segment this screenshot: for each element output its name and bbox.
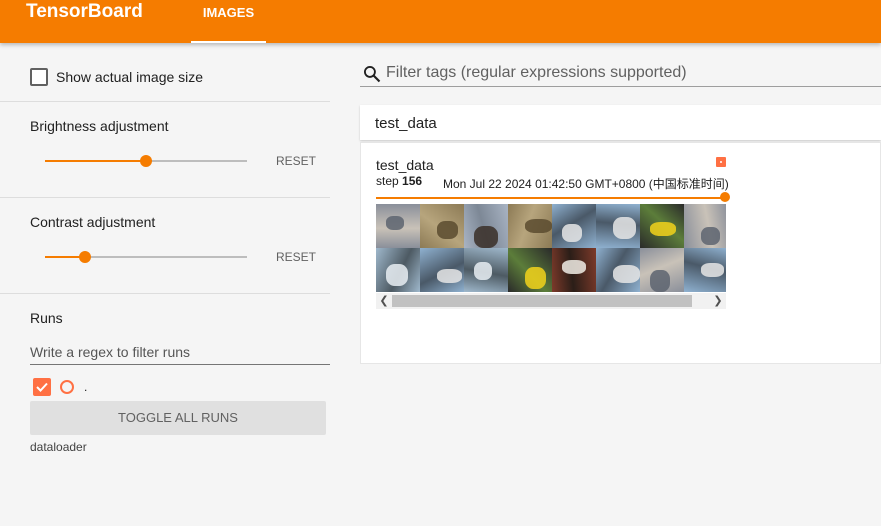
run-item[interactable]: . (33, 378, 87, 396)
tag-filter[interactable]: Filter tags (regular expressions support… (360, 63, 881, 87)
top-app-bar: TensorBoard IMAGES (0, 0, 881, 43)
slider-thumb[interactable] (79, 251, 92, 263)
image-subject (386, 216, 404, 230)
tab-images[interactable]: IMAGES (191, 0, 266, 43)
toggle-all-runs-button[interactable]: TOGGLE ALL RUNS (30, 401, 326, 435)
tag-filter-input[interactable]: Filter tags (regular expressions support… (386, 63, 687, 83)
image-thumbnail (376, 248, 420, 292)
image-thumbnail (376, 204, 420, 248)
run-color-badge (716, 157, 726, 167)
slider-fill (45, 160, 146, 162)
tag-group-header[interactable]: test_data (360, 105, 881, 140)
image-thumbnail (464, 204, 508, 248)
image-thumbnail (552, 248, 596, 292)
brightness-slider[interactable] (45, 154, 247, 168)
image-subject (437, 269, 462, 283)
card-timestamp: Mon Jul 22 2024 01:42:50 GMT+0800 (中国标准时… (443, 177, 729, 191)
image-thumbnail (420, 204, 464, 248)
brightness-reset-button[interactable]: RESET (270, 154, 322, 168)
card-tag-name: test_data (376, 157, 434, 173)
image-subject (650, 222, 676, 236)
show-actual-size-label: Show actual image size (56, 69, 204, 85)
run-group-label: dataloader (30, 440, 87, 454)
image-grid (376, 204, 726, 292)
scroll-left-icon[interactable]: ❮ (376, 293, 392, 309)
divider (0, 293, 330, 294)
run-color-icon[interactable] (60, 380, 74, 394)
card-step: step 156 (376, 174, 422, 188)
show-actual-size-checkbox[interactable] (30, 68, 48, 86)
app-title: TensorBoard (26, 1, 143, 22)
horizontal-scrollbar[interactable]: ❮ ❯ (376, 293, 726, 309)
image-thumbnail (508, 204, 552, 248)
tab-label: IMAGES (202, 5, 255, 20)
image-subject (613, 265, 640, 283)
image-thumbnail (640, 204, 684, 248)
brightness-title: Brightness adjustment (30, 118, 169, 134)
image-thumbnail (684, 204, 726, 248)
image-thumbnail (464, 248, 508, 292)
run-filter-input[interactable] (30, 340, 330, 365)
divider (0, 101, 330, 102)
image-subject (701, 263, 724, 277)
image-card: test_data step 156 Mon Jul 22 2024 01:42… (360, 142, 881, 364)
contrast-title: Contrast adjustment (30, 214, 156, 230)
image-subject (562, 260, 586, 274)
contrast-reset-button[interactable]: RESET (270, 250, 322, 264)
runs-title: Runs (30, 310, 63, 326)
image-thumbnail (684, 248, 726, 292)
sidebar: Show actual image size Brightness adjust… (0, 43, 330, 526)
scroll-thumb[interactable] (392, 295, 692, 307)
step-value: 156 (402, 174, 423, 188)
image-subject (437, 221, 458, 239)
show-actual-size-toggle[interactable]: Show actual image size (30, 68, 203, 86)
image-subject (474, 226, 498, 248)
image-subject (525, 267, 546, 289)
image-subject (386, 264, 408, 286)
run-checkbox[interactable] (33, 378, 51, 396)
image-subject (525, 219, 552, 233)
contrast-slider[interactable] (45, 250, 247, 264)
image-subject (562, 224, 582, 242)
image-thumbnail (640, 248, 684, 292)
image-subject (701, 227, 720, 245)
image-thumbnail (420, 248, 464, 292)
image-subject (650, 270, 670, 292)
image-thumbnail (552, 204, 596, 248)
step-track (376, 197, 726, 199)
search-icon (364, 66, 381, 83)
tag-group-title: test_data (375, 115, 437, 132)
check-icon (36, 382, 48, 392)
scroll-right-icon[interactable]: ❯ (710, 293, 726, 309)
image-thumbnail (508, 248, 552, 292)
run-name: . (84, 380, 88, 394)
step-thumb[interactable] (720, 192, 730, 202)
divider (0, 197, 330, 198)
image-subject (613, 217, 636, 239)
image-subject (474, 262, 492, 280)
slider-thumb[interactable] (140, 155, 152, 167)
image-thumbnail (596, 204, 640, 248)
step-slider[interactable] (376, 192, 730, 202)
step-label: step (376, 174, 399, 188)
image-thumbnail (596, 248, 640, 292)
